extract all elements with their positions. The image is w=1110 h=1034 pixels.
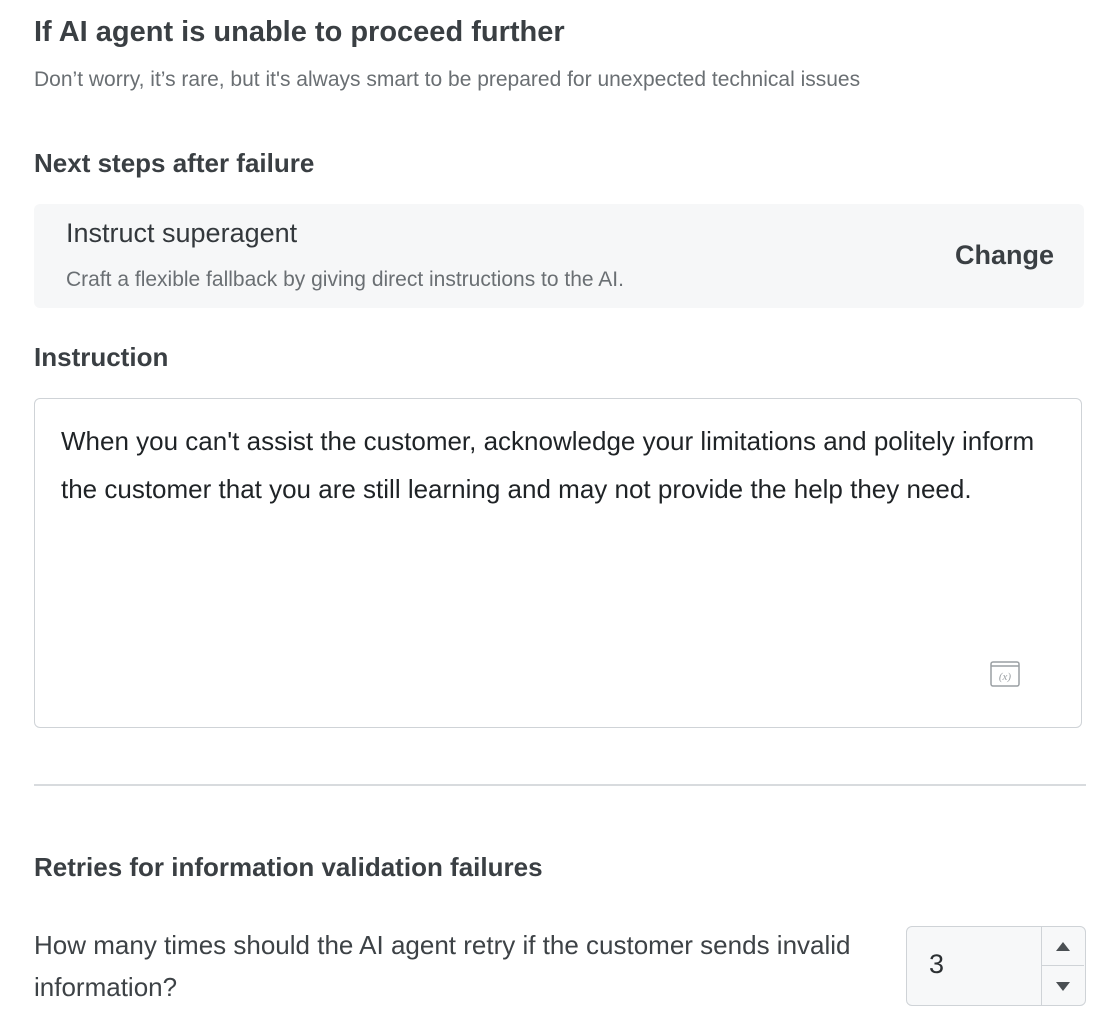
triangle-down-icon	[1056, 981, 1070, 991]
page-title: If AI agent is unable to proceed further	[34, 16, 565, 48]
instruction-textarea[interactable]: When you can't assist the customer, ackn…	[34, 398, 1082, 728]
change-button[interactable]: Change	[955, 240, 1054, 271]
next-steps-heading: Next steps after failure	[34, 148, 315, 178]
decrement-button[interactable]	[1042, 967, 1084, 1005]
fallback-option-card: Instruct superagent Craft a flexible fal…	[34, 204, 1084, 308]
instruction-text[interactable]: When you can't assist the customer, ackn…	[61, 417, 1061, 513]
retries-value[interactable]: 3	[929, 949, 944, 980]
retries-heading: Retries for information validation failu…	[34, 852, 543, 882]
variable-x-icon[interactable]: (x)	[990, 661, 1020, 687]
triangle-up-icon	[1056, 941, 1070, 951]
retries-stepper[interactable]: 3	[906, 926, 1086, 1006]
fallback-option-description: Craft a flexible fallback by giving dire…	[66, 268, 624, 291]
stepper-buttons	[1041, 927, 1085, 1005]
fallback-option-title: Instruct superagent	[66, 218, 298, 248]
svg-text:(x): (x)	[999, 671, 1012, 683]
section-divider	[34, 784, 1086, 786]
instruction-heading: Instruction	[34, 342, 169, 372]
retries-question: How many times should the AI agent retry…	[34, 930, 851, 1002]
page-subtitle: Don’t worry, it’s rare, but it's always …	[34, 68, 861, 91]
increment-button[interactable]	[1042, 927, 1084, 966]
